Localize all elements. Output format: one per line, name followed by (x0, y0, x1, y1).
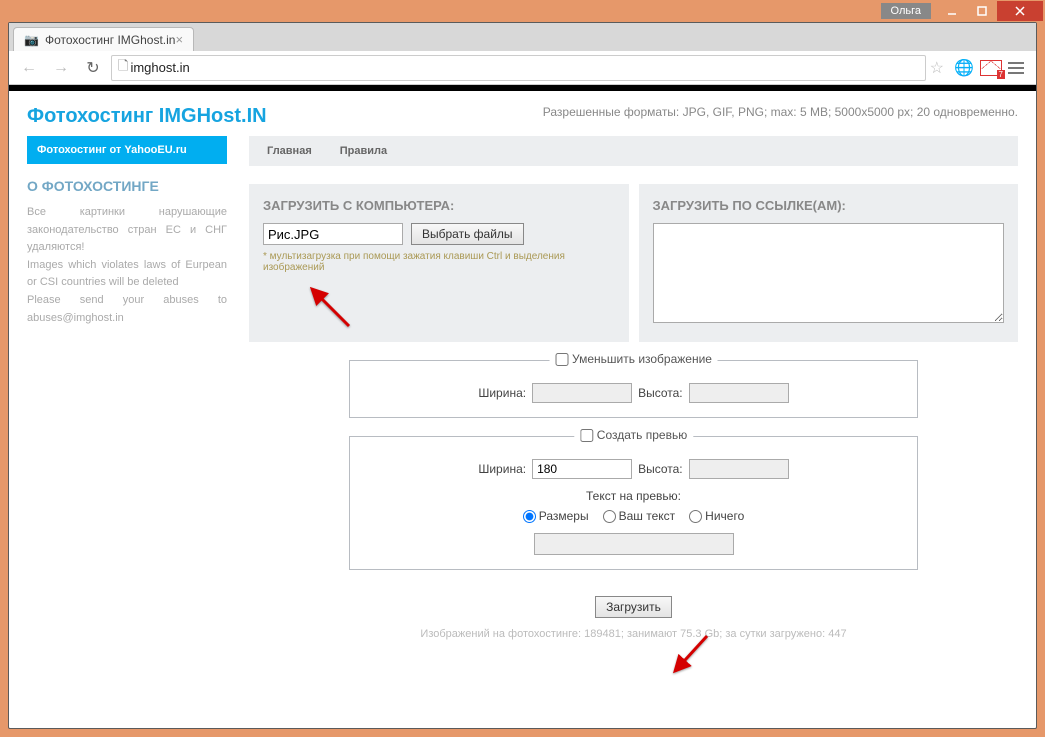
upload-from-pc-panel: ЗАГРУЗИТЬ С КОМПЬЮТЕРА: Выбрать файлы * … (249, 184, 629, 342)
tab-close-icon[interactable]: × (175, 32, 183, 47)
upload-url-heading: ЗАГРУЗИТЬ ПО ССЫЛКЕ(АМ): (653, 198, 1005, 213)
reload-button[interactable]: ↻ (79, 54, 107, 82)
preview-height-label: Высота: (638, 462, 683, 476)
site-logo[interactable]: Фотохостинг IMGHost.IN (27, 105, 267, 128)
upload-by-url-panel: ЗАГРУЗИТЬ ПО ССЫЛКЕ(АМ): (639, 184, 1019, 342)
gmail-count: 7 (997, 70, 1005, 79)
browser-window: 📷 Фотохостинг IMGhost.in × ← → ↻ 🗋 imgho… (8, 22, 1037, 729)
tab-title: Фотохостинг IMGhost.in (45, 33, 176, 47)
preview-legend: Создать превью (597, 428, 687, 442)
preview-checkbox[interactable] (580, 429, 593, 442)
toolbar-right-icons: 🌐 7 (948, 58, 1030, 78)
user-badge: Ольга (881, 3, 931, 19)
file-icon: 🗋 (118, 57, 128, 79)
hamburger-icon[interactable] (1008, 62, 1024, 74)
upload-pc-heading: ЗАГРУЗИТЬ С КОМПЬЮТЕРА: (263, 198, 615, 213)
preview-fieldset: Создать превью Ширина: Высота: Текст на … (349, 436, 918, 570)
main-area: Главная Правила ЗАГРУЗИТЬ С КОМПЬЮТЕРА: … (249, 136, 1018, 646)
file-name-input[interactable] (263, 223, 403, 245)
resize-fieldset: Уменьшить изображение Ширина: Высота: (349, 360, 918, 418)
radio-sizes[interactable] (523, 510, 536, 523)
sidebar: Фотохостинг от YahooEU.ru О ФОТОХОСТИНГЕ… (27, 136, 227, 646)
globe-icon[interactable]: 🌐 (954, 58, 974, 78)
url-textarea[interactable] (653, 223, 1005, 323)
tab-home[interactable]: Главная (253, 145, 326, 157)
back-button[interactable]: ← (15, 54, 43, 82)
browser-tab[interactable]: 📷 Фотохостинг IMGhost.in × (13, 27, 194, 51)
upload-submit-button[interactable]: Загрузить (595, 596, 672, 618)
footer-stats: Изображений на фотохостинге: 189481; зан… (249, 628, 1018, 646)
forward-button[interactable]: → (47, 54, 75, 82)
gmail-icon[interactable]: 7 (980, 60, 1002, 76)
address-bar[interactable]: 🗋 imghost.in (111, 55, 926, 81)
browser-toolbar: ← → ↻ 🗋 imghost.in ☆ 🌐 7 (9, 51, 1036, 85)
resize-width-input[interactable] (532, 383, 632, 403)
preview-height-input[interactable] (689, 459, 789, 479)
preview-width-label: Ширина: (478, 462, 526, 476)
minimize-button[interactable] (937, 1, 967, 21)
sidebar-header: Фотохостинг от YahooEU.ru (27, 136, 227, 164)
preview-text-label: Текст на превью: (364, 489, 903, 503)
maximize-button[interactable] (967, 1, 997, 21)
star-icon[interactable]: ☆ (930, 58, 944, 78)
preview-width-input[interactable] (532, 459, 632, 479)
page-tabs: Главная Правила (249, 136, 1018, 166)
width-label: Ширина: (478, 386, 526, 400)
radio-yourtext[interactable] (603, 510, 616, 523)
page-header: Фотохостинг IMGHost.IN Разрешенные форма… (9, 85, 1036, 136)
resize-legend: Уменьшить изображение (572, 352, 712, 366)
height-label: Высота: (638, 386, 683, 400)
resize-height-input[interactable] (689, 383, 789, 403)
url-text: imghost.in (130, 60, 189, 75)
preview-custom-text-input[interactable] (534, 533, 734, 555)
close-window-button[interactable] (997, 1, 1043, 21)
allowed-formats-text: Разрешенные форматы: JPG, GIF, PNG; max:… (543, 105, 1018, 119)
camera-icon: 📷 (24, 33, 39, 47)
multiupload-hint: * мультизагрузка при помощи зажатия клав… (263, 251, 615, 273)
choose-files-button[interactable]: Выбрать файлы (411, 223, 524, 245)
window-titlebar: Ольга (0, 0, 1045, 22)
tab-rules[interactable]: Правила (326, 145, 401, 157)
resize-checkbox[interactable] (555, 353, 568, 366)
tab-strip: 📷 Фотохостинг IMGhost.in × (9, 23, 1036, 51)
page-content[interactable]: Фотохостинг IMGHost.IN Разрешенные форма… (9, 85, 1036, 728)
radio-nothing[interactable] (689, 510, 702, 523)
about-text: Все картинки нарушающие законодательство… (27, 204, 227, 327)
about-heading: О ФОТОХОСТИНГЕ (27, 164, 227, 204)
